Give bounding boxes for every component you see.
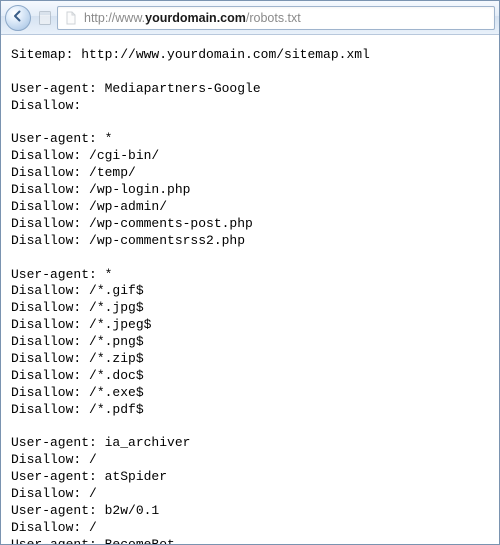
navigation-bar: http://www.yourdomain.com/robots.txt (1, 1, 499, 35)
robots-txt-body: Sitemap: http://www.yourdomain.com/sitem… (11, 47, 489, 544)
url-www: www. (115, 11, 145, 25)
back-button[interactable] (5, 5, 31, 31)
arrow-left-icon (12, 9, 24, 27)
browser-window: http://www.yourdomain.com/robots.txt Sit… (0, 0, 500, 545)
page-icon (37, 10, 53, 26)
document-icon (64, 11, 78, 25)
url-protocol: http:// (84, 11, 115, 25)
address-bar[interactable]: http://www.yourdomain.com/robots.txt (57, 6, 495, 30)
url-domain: yourdomain.com (145, 11, 246, 25)
page-content: Sitemap: http://www.yourdomain.com/sitem… (1, 35, 499, 544)
address-text: http://www.yourdomain.com/robots.txt (84, 11, 488, 25)
url-path: /robots.txt (246, 11, 301, 25)
